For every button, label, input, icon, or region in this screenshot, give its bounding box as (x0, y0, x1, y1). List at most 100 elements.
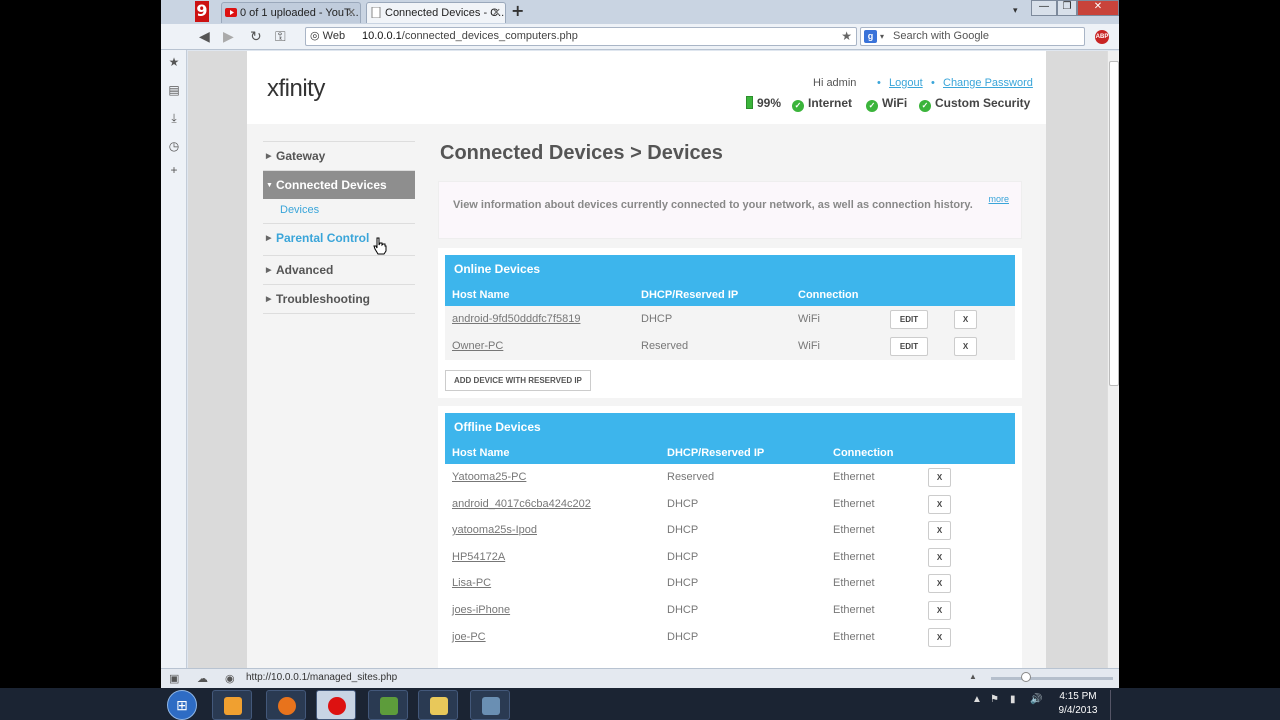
ip-type: DHCP (667, 524, 699, 537)
tab-connected-devices[interactable]: Connected Devices - C... ✕ (366, 2, 506, 23)
minecraft-icon (380, 697, 398, 715)
column-header: Host Name (452, 447, 510, 459)
turbo-icon[interactable]: ◉ (225, 672, 235, 685)
tab-menu-icon[interactable]: ▾ (1013, 5, 1018, 16)
opera-menu-icon[interactable]: 9 (195, 1, 209, 22)
remove-button[interactable]: X (928, 574, 951, 594)
table-row: Lisa-PC DHCP Ethernet X (445, 570, 1015, 597)
nav-divider (263, 313, 415, 314)
google-icon: g (864, 30, 877, 43)
remove-button[interactable]: X (928, 494, 951, 514)
host-name-link[interactable]: android_4017c6cba424c202 (452, 491, 591, 518)
reload-icon[interactable]: ↻ (250, 28, 262, 45)
cloud-icon[interactable]: ☁ (197, 672, 208, 685)
network-tool-taskbar-button[interactable] (470, 690, 510, 720)
host-name-link[interactable]: Owner-PC (452, 333, 503, 360)
firefox-taskbar-button[interactable] (266, 690, 306, 720)
host-name-link[interactable]: joes-iPhone (452, 597, 510, 624)
nav-gateway[interactable]: ▶ Gateway (263, 141, 415, 170)
host-name-link[interactable]: Yatooma25-PC (452, 464, 526, 491)
host-name-link[interactable]: yatooma25s-Ipod (452, 517, 537, 544)
remove-button[interactable]: X (928, 627, 951, 647)
battery-icon (746, 96, 753, 109)
connection-type: Ethernet (833, 471, 875, 483)
ip-type: DHCP (667, 630, 699, 643)
new-tab-button[interactable]: + (511, 2, 524, 20)
network-signal-icon[interactable]: ▮ (1010, 694, 1016, 705)
bullet: • (931, 77, 935, 89)
tab-youtube[interactable]: 0 of 1 uploaded - YouT... ✕ (221, 2, 361, 23)
edit-button[interactable]: EDIT (890, 337, 928, 356)
minecraft-taskbar-button[interactable] (368, 690, 408, 720)
connection-type: Ethernet (833, 524, 875, 537)
add-reserved-device-button[interactable]: ADD DEVICE WITH RESERVED IP (445, 370, 591, 391)
action-center-flag-icon[interactable]: ⚑ (990, 694, 999, 705)
nav-parental-control[interactable]: ▶ Parental Control (263, 223, 415, 252)
close-tab-icon[interactable]: ✕ (347, 6, 356, 19)
show-desktop-button[interactable] (1110, 690, 1118, 720)
host-name-link[interactable]: joe-PC (452, 624, 486, 651)
scrollbar-thumb[interactable] (1109, 61, 1119, 386)
volume-icon[interactable]: 🔊 (1030, 694, 1042, 705)
maximize-button[interactable]: ❐ (1057, 0, 1077, 16)
address-field[interactable]: ◎ Web 10.0.0.1/connected_devices_compute… (305, 27, 857, 46)
notes-icon[interactable]: ▤ (167, 83, 181, 97)
caret-right-icon: ▶ (266, 153, 272, 160)
start-button[interactable]: ⊞ (167, 690, 197, 720)
page-scrollbar[interactable] (1107, 51, 1119, 668)
downloads-icon[interactable]: ⤓ (167, 111, 181, 125)
remove-button[interactable]: X (928, 468, 951, 487)
online-column-headers: Host Name DHCP/Reserved IP Connection (445, 284, 1015, 306)
clock-date: 9/4/2013 (1058, 705, 1098, 716)
remove-button[interactable]: X (928, 547, 951, 567)
table-row: joe-PC DHCP Ethernet X (445, 624, 1015, 651)
zoom-slider-knob[interactable] (1021, 672, 1031, 682)
remove-button[interactable]: X (954, 310, 977, 329)
add-panel-icon[interactable]: + (167, 163, 181, 177)
host-name-link[interactable]: HP54172A (452, 544, 505, 571)
edit-button[interactable]: EDIT (890, 310, 928, 329)
search-engine-dropdown-icon[interactable]: ▾ (880, 28, 884, 45)
panel-toggle-icon[interactable]: ▣ (169, 672, 179, 685)
nav-connected-devices[interactable]: ▼ Connected Devices (263, 170, 415, 199)
zoom-slider[interactable] (991, 677, 1113, 680)
zoom-arrow-icon[interactable]: ▲ (969, 672, 977, 681)
desktop: 9 0 of 1 uploaded - YouT... ✕ Connected … (0, 0, 1280, 720)
remove-button[interactable]: X (928, 601, 951, 620)
minimize-button[interactable]: — (1031, 0, 1057, 16)
remove-button[interactable]: X (928, 521, 951, 541)
more-link[interactable]: more (988, 194, 1009, 204)
table-row: Yatooma25-PC Reserved Ethernet X (445, 464, 1015, 491)
bullet: • (877, 77, 881, 89)
tray-expand-icon[interactable]: ▲ (972, 694, 982, 705)
column-header: Connection (798, 289, 859, 301)
connection-type: WiFi (798, 340, 820, 352)
explorer-taskbar-button[interactable] (418, 690, 458, 720)
nav-troubleshooting[interactable]: ▶ Troubleshooting (263, 284, 415, 313)
media-player-taskbar-button[interactable] (212, 690, 252, 720)
nav-advanced[interactable]: ▶ Advanced (263, 255, 415, 284)
opera-taskbar-button[interactable] (316, 690, 356, 720)
adblock-icon[interactable]: ABP (1095, 30, 1109, 44)
host-name-link[interactable]: android-9fd50dddfc7f5819 (452, 306, 580, 333)
bookmark-star-icon[interactable]: ★ (841, 28, 852, 45)
greeting: Hi admin (813, 77, 857, 89)
close-tab-icon[interactable]: ✕ (492, 6, 501, 19)
history-icon[interactable]: ◷ (167, 139, 181, 153)
forward-icon[interactable]: ▶ (223, 28, 234, 45)
tab-label: 0 of 1 uploaded - YouT... (240, 7, 359, 19)
change-password-link[interactable]: Change Password (943, 77, 1033, 89)
check-icon: ✓ (792, 100, 804, 112)
back-icon[interactable]: ◀ (199, 28, 210, 45)
close-window-button[interactable]: ✕ (1077, 0, 1119, 16)
ip-type: DHCP (667, 550, 699, 563)
search-input[interactable]: g ▾ Search with Google (860, 27, 1085, 46)
system-clock[interactable]: 4:15 PM 9/4/2013 (1048, 690, 1108, 718)
nav-devices[interactable]: Devices (280, 204, 319, 216)
tab-bar: 9 0 of 1 uploaded - YouT... ✕ Connected … (161, 0, 1119, 24)
host-name-link[interactable]: Lisa-PC (452, 570, 491, 597)
key-icon[interactable]: ⚿ (275, 28, 286, 45)
remove-button[interactable]: X (954, 337, 977, 356)
logout-link[interactable]: Logout (889, 77, 923, 89)
bookmarks-icon[interactable]: ★ (167, 55, 181, 69)
